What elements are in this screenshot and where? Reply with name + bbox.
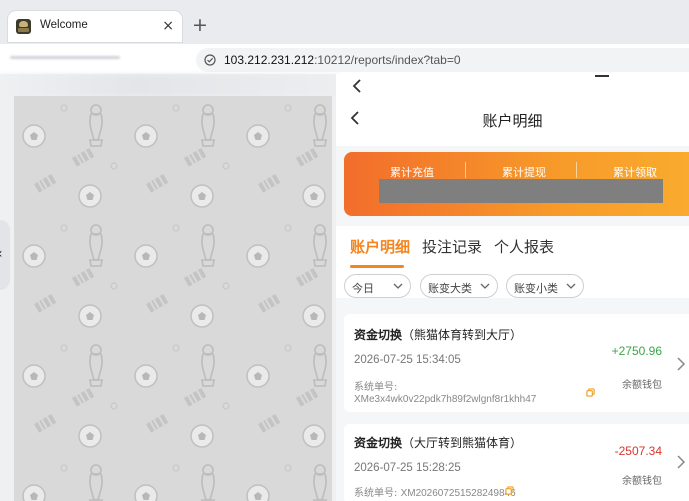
record-datetime: 2026-07-25 15:34:05 [354,354,461,366]
back-arrow-icon[interactable] [352,78,362,98]
record-type: 资金切换 [354,436,403,450]
account-detail-panel: 账户明细 累计充值 累计提现 累计领取 账户明细 投注记录 个人报表 今日 账变… [336,74,689,501]
tab-personal-report[interactable]: 个人报表 [494,236,554,257]
address-bar[interactable]: 103.212.231.212:10212/reports/index?tab=… [196,48,689,72]
browser-tabstrip: Welcome × + [0,0,689,44]
page-header: 账户明细 [336,100,689,146]
record-title: 资金切换（大厅转到熊猫体育） [354,434,522,451]
copy-icon[interactable] [505,486,514,495]
summary-card: 累计充值 累计提现 累计领取 [344,152,689,216]
tab-account-detail[interactable]: 账户明细 [350,236,410,257]
toolbar-obscured-area [10,56,120,59]
record-amount: +2750.96 [611,344,662,358]
filter-change-subcategory[interactable]: 账变小类 [506,274,584,298]
summary-label-claimed: 累计领取 [613,166,657,179]
record-detail: （大厅转到熊猫体育） [402,436,523,450]
chevron-right-icon [677,357,686,371]
url-path: :10212/reports/index?tab=0 [314,53,461,67]
filter-subcategory-label: 账变小类 [514,282,558,295]
obscured-strip [0,74,340,96]
site-favicon-icon [16,19,31,34]
tab-close-button[interactable]: × [162,16,174,36]
chevron-down-icon [480,283,490,289]
summary-divider [465,162,466,178]
active-tab-indicator [350,265,404,268]
site-info-icon[interactable] [204,54,216,66]
chevron-down-icon [566,283,576,289]
record-order-number: XMe3x4wk0v22pdk7h89f2wlgnf8r1khh47 [354,394,537,405]
filter-change-category[interactable]: 账变大类 [420,274,498,298]
fifa-background-pattern [14,96,332,501]
tab-title: Welcome [40,19,88,31]
side-collapse-handle[interactable]: ‹ [0,220,10,290]
chevron-right-icon [677,455,686,469]
chevron-down-icon [393,283,403,289]
record-wallet: 余额钱包 [622,380,662,391]
page-viewport: ‹ 账户明细 累计充值 累计提现 累计领取 账户明细 投注记录 个人报表 [0,74,689,501]
summary-divider [576,162,577,178]
record-datetime: 2026-07-25 15:28:25 [354,462,461,474]
record-order-label: 系统单号: [354,488,398,499]
copy-icon[interactable] [586,388,595,397]
record-type: 资金切换 [354,328,403,342]
browser-tab-welcome[interactable]: Welcome × [8,11,182,42]
record-order-number: XM202607251528249846 [400,488,516,499]
record-wallet: 余额钱包 [622,476,662,487]
record-item[interactable]: 资金切换（大厅转到熊猫体育） 2026-07-25 15:28:25 -2507… [344,424,689,501]
tab-bet-records[interactable]: 投注记录 [422,236,482,257]
record-order-label: 系统单号: [354,382,398,393]
filter-date[interactable]: 今日 [344,274,411,298]
summary-label-withdraw: 累计提现 [502,166,546,179]
record-item[interactable]: 资金切换（熊猫体育转到大厅） 2026-07-25 15:34:05 +2750… [344,314,689,412]
minimize-icon[interactable] [595,75,609,77]
record-tabs: 账户明细 投注记录 个人报表 今日 账变大类 账变小类 [336,226,689,298]
summary-label-deposit: 累计充值 [390,166,434,179]
background-pattern-art [14,96,332,501]
filter-date-label: 今日 [352,282,374,295]
new-tab-button[interactable]: + [192,14,208,36]
url-text: 103.212.231.212:10212/reports/index?tab=… [224,53,461,67]
record-amount: -2507.34 [614,444,662,458]
url-host: 103.212.231.212 [224,53,315,67]
record-detail: （熊猫体育转到大厅） [402,328,523,342]
page-title: 账户明细 [482,112,543,130]
filter-category-label: 账变大类 [428,282,472,295]
panel-topbar [336,74,689,100]
chevron-left-icon: ‹ [0,246,3,262]
summary-values-redacted [379,179,663,203]
record-order: 系统单号: XM202607251528249846 [354,484,516,499]
record-title: 资金切换（熊猫体育转到大厅） [354,326,522,343]
browser-toolbar: 103.212.231.212:10212/reports/index?tab=… [0,44,689,74]
